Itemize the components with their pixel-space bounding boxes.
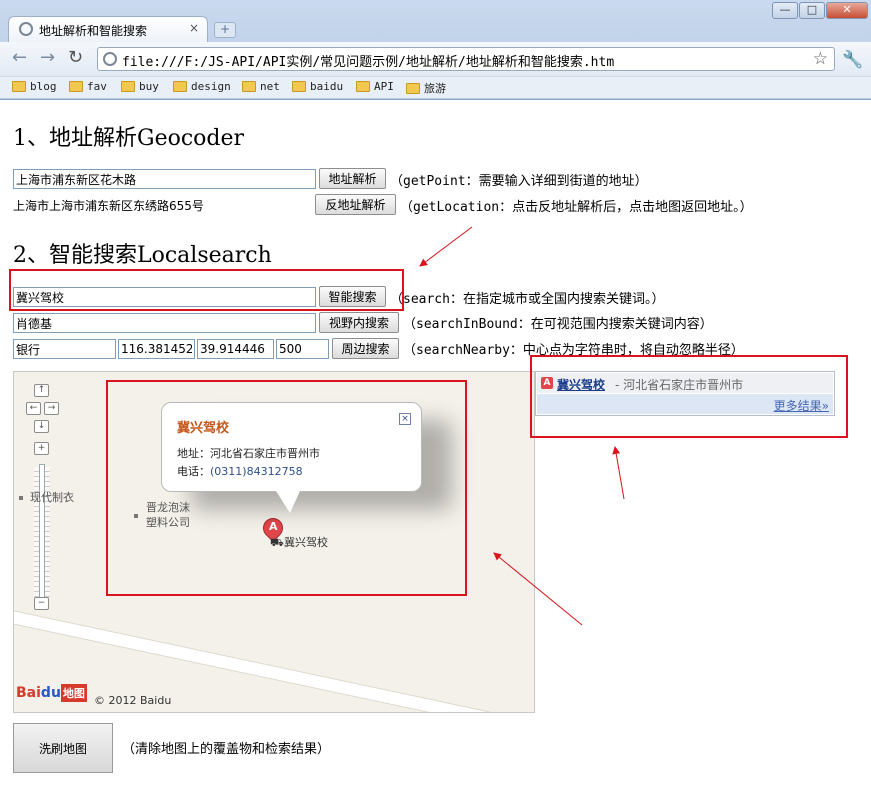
url-text[interactable]: file:///F:/JS-API/API实例/常见问题示例/地址解析/地址解析… xyxy=(122,51,614,70)
geocode-note: （getPoint：需要输入详细到街道的地址） xyxy=(390,174,648,189)
clear-map-note: （清除地图上的覆盖物和检索结果） xyxy=(122,742,331,757)
bookmarks-bar: blog fav buy design net baidu API 旅游 xyxy=(0,76,871,98)
bookmark-folder-design[interactable]: design xyxy=(173,80,231,93)
pan-down-icon[interactable]: ↓ xyxy=(34,420,49,433)
folder-icon xyxy=(242,81,256,92)
bookmark-folder-blog[interactable]: blog xyxy=(12,80,57,93)
tab-close-icon[interactable]: × xyxy=(189,21,199,35)
pan-up-icon[interactable]: ↑ xyxy=(34,384,49,397)
maximize-button[interactable]: □ xyxy=(799,2,825,19)
folder-icon xyxy=(406,82,420,94)
page-globe-icon xyxy=(19,22,33,36)
search-in-bound-note: （searchInBound：在可视范围内搜索关键词内容） xyxy=(403,317,713,332)
zoom-in-icon[interactable]: + xyxy=(34,442,49,455)
window-close-button[interactable]: ✕ xyxy=(826,2,868,19)
clear-map-button[interactable]: 洗刷地图 xyxy=(13,723,113,773)
bookmark-folder-baidu[interactable]: baidu xyxy=(292,80,343,93)
annotation-box-search xyxy=(9,269,404,311)
reload-icon[interactable]: ↻ xyxy=(68,49,83,67)
browser-tab[interactable]: 地址解析和智能搜索 × xyxy=(8,16,208,42)
search-in-bound-button[interactable]: 视野内搜索 xyxy=(319,312,399,333)
folder-icon xyxy=(292,81,306,92)
forward-arrow-icon[interactable]: → xyxy=(40,49,55,67)
browser-toolbar: ← → ↻ file:///F:/JS-API/API实例/常见问题示例/地址解… xyxy=(0,42,871,76)
map-label-factory: 现代制衣 xyxy=(30,491,74,504)
nearby-keyword-input[interactable] xyxy=(13,339,116,359)
reverse-geocode-note: （getLocation：点击反地址解析后，点击地图返回地址。） xyxy=(400,200,753,215)
address-bar[interactable]: file:///F:/JS-API/API实例/常见问题示例/地址解析/地址解析… xyxy=(97,47,835,71)
nearby-latitude-input[interactable] xyxy=(197,339,274,359)
geocoder-heading: 1、地址解析Geocoder xyxy=(13,126,245,151)
bookmark-folder-travel[interactable]: 旅游 xyxy=(406,80,446,96)
browser-chrome: 地址解析和智能搜索 × + — □ ✕ ← → ↻ file:///F:/JS-… xyxy=(0,0,871,100)
zoom-out-icon[interactable]: − xyxy=(34,597,49,610)
new-tab-button[interactable]: + xyxy=(214,22,236,38)
search-note: （search：在指定城市或全国内搜索关键词。） xyxy=(390,292,665,307)
bookmark-star-icon[interactable]: ☆ xyxy=(813,49,828,69)
baidu-map-logo: Baidu 地图 xyxy=(16,684,87,702)
minimize-button[interactable]: — xyxy=(772,2,798,19)
search-in-bound-input[interactable] xyxy=(13,313,316,333)
page-icon xyxy=(103,52,117,66)
localsearch-heading: 2、智能搜索Localsearch xyxy=(13,243,272,268)
annotation-box-map-popup xyxy=(106,380,467,596)
bookmark-folder-buy[interactable]: buy xyxy=(121,80,159,93)
reverse-geocode-result: 上海市上海市浦东新区东绣路655号 xyxy=(13,199,204,213)
map-copyright: © 2012 Baidu xyxy=(94,694,172,707)
folder-icon xyxy=(12,81,26,92)
folder-icon xyxy=(121,81,135,92)
nearby-search-button[interactable]: 周边搜索 xyxy=(332,338,399,359)
nearby-longitude-input[interactable] xyxy=(118,339,195,359)
annotation-box-results xyxy=(530,355,848,438)
folder-icon xyxy=(69,81,83,92)
address-input[interactable] xyxy=(13,169,316,189)
bookmark-folder-fav[interactable]: fav xyxy=(69,80,107,93)
map-road xyxy=(14,602,534,712)
back-arrow-icon[interactable]: ← xyxy=(12,49,27,67)
pan-left-icon[interactable]: ← xyxy=(26,402,41,415)
annotation-arrow-search xyxy=(419,226,473,267)
annotation-arrow-results xyxy=(612,446,625,500)
wrench-menu-icon[interactable]: 🔧 xyxy=(842,50,863,70)
nearby-radius-input[interactable] xyxy=(276,339,329,359)
poi-dot xyxy=(19,496,23,500)
folder-icon xyxy=(173,81,187,92)
tab-title: 地址解析和智能搜索 xyxy=(39,24,148,38)
zoom-slider[interactable] xyxy=(39,464,45,599)
pan-right-icon[interactable]: → xyxy=(44,402,59,415)
bookmark-folder-api[interactable]: API xyxy=(356,80,394,93)
bookmark-folder-net[interactable]: net xyxy=(242,80,280,93)
reverse-geocode-button[interactable]: 反地址解析 xyxy=(315,194,396,215)
geocode-button[interactable]: 地址解析 xyxy=(319,168,386,189)
folder-icon xyxy=(356,81,370,92)
